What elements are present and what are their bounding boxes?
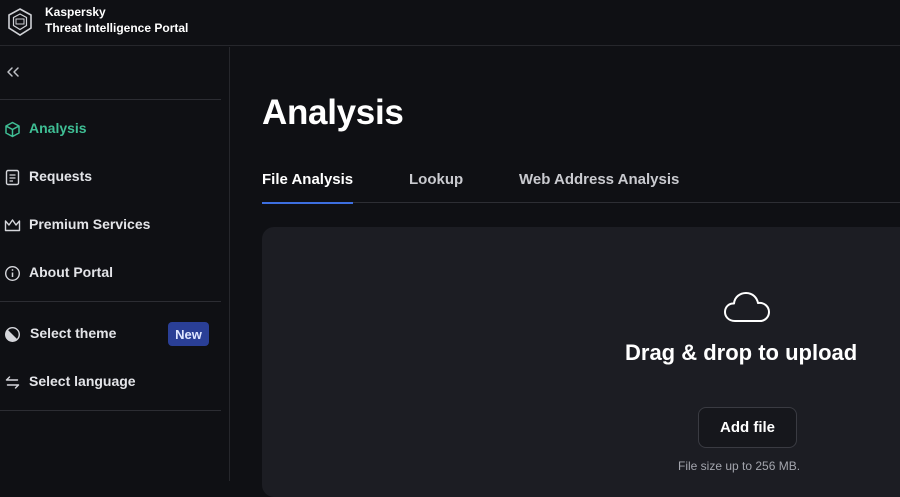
sidebar-divider (0, 301, 221, 302)
dropzone-title: Drag & drop to upload (625, 340, 858, 365)
crown-icon (4, 219, 21, 232)
tab-web-address-analysis[interactable]: Web Address Analysis (519, 171, 679, 203)
sidebar-item-label: Premium Services (29, 216, 151, 232)
sidebar-item-label: Select language (29, 373, 136, 389)
top-bar: Kaspersky Threat Intelligence Portal (0, 0, 900, 46)
sidebar-item-label: Select theme (30, 325, 117, 341)
tab-file-analysis[interactable]: File Analysis (262, 171, 353, 204)
tab-lookup[interactable]: Lookup (409, 171, 463, 203)
brand-name: Kaspersky Threat Intelligence Portal (45, 4, 188, 36)
sidebar-item-analysis[interactable]: Analysis (0, 109, 221, 149)
sidebar-item-label: Analysis (29, 120, 87, 136)
sidebar-divider (0, 99, 221, 100)
chevrons-left-icon[interactable] (4, 63, 22, 81)
sidebar-item-select-language[interactable]: Select language (0, 362, 221, 402)
language-arrows-icon (5, 376, 20, 389)
brand-line-1: Kaspersky (45, 5, 106, 19)
page-title: Analysis (262, 93, 404, 132)
cube-icon (5, 121, 20, 138)
sidebar-item-label: Requests (29, 168, 93, 184)
theme-icon (4, 326, 21, 343)
add-file-button[interactable]: Add file (698, 407, 797, 448)
sidebar-item-requests[interactable]: Requests (0, 157, 221, 197)
sidebar-item-label: About Portal (29, 264, 113, 280)
sidebar-item-premium-services[interactable]: Premium Services (0, 205, 221, 245)
sidebar-item-about-portal[interactable]: About Portal (0, 253, 221, 293)
tab-bar: File Analysis Lookup Web Address Analysi… (262, 171, 900, 204)
kaspersky-shield-icon[interactable] (6, 7, 34, 37)
upload-dropzone[interactable]: Drag & drop to upload Add file File size… (262, 227, 900, 497)
file-size-note: File size up to 256 MB. (678, 459, 801, 473)
sidebar: Analysis Requests Premium Services About… (0, 47, 230, 481)
sidebar-divider (0, 410, 221, 411)
brand-line-2: Threat Intelligence Portal (45, 21, 189, 35)
main-content: Analysis File Analysis Lookup Web Addres… (231, 47, 900, 497)
info-icon (4, 265, 21, 282)
document-icon (5, 169, 20, 186)
cloud-icon (724, 292, 770, 322)
new-badge: New (168, 322, 209, 346)
